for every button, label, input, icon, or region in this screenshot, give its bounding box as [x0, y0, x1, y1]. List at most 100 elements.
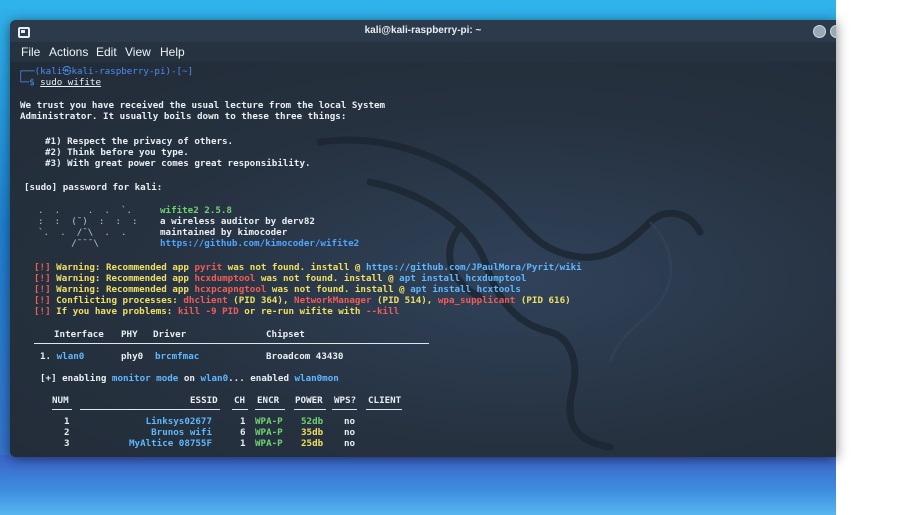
process-pid: (PID 364), [227, 295, 295, 306]
scan-row-2-encr: WPA-P [255, 427, 283, 438]
warning-mark: [!] [34, 262, 51, 273]
scan-header-wps: WPS? [334, 395, 357, 406]
warning-text: Recommended app [100, 284, 195, 295]
install-link[interactable]: https://github.com/JPaulMora/Pyrit/wiki [366, 262, 582, 273]
problems-text: If you have problems: [50, 306, 178, 317]
warning-text: Recommended app [100, 273, 195, 284]
scan-header-client: CLIENT [368, 395, 402, 406]
scan-rule-essid [80, 409, 220, 410]
install-command: apt install hcxdumptool [399, 273, 527, 284]
scan-header-num: NUM [52, 395, 69, 406]
banner-art-4: /¯¯¯\ [38, 238, 99, 249]
kill-command: kill -9 PID [177, 306, 239, 317]
conflict-text: Conflicting processes: [50, 295, 184, 306]
scan-row-2-ch: 6 [240, 427, 246, 438]
problems-line: [!] If you have problems: kill -9 PID or… [34, 306, 399, 317]
menu-file[interactable]: File [21, 45, 40, 59]
prompt-header: ┌──(kali㉿kali-raspberry-pi)-[~] [18, 66, 194, 77]
scan-header-encr: ENCR [257, 395, 280, 406]
iface-phy: phy0 [121, 351, 144, 362]
process-pid: (PID 514), [371, 295, 438, 306]
warning-label: Warning: [56, 273, 101, 284]
problems-text: or re-run wifite with [238, 306, 366, 317]
minimize-button[interactable] [813, 25, 826, 38]
kill-flag: --kill [365, 306, 400, 317]
conflict-line: [!] Conflicting processes: dhclient (PID… [34, 295, 571, 306]
scan-row-3-num[interactable]: 3 [64, 438, 70, 449]
scan-rule-encr [255, 409, 285, 410]
title-bar[interactable]: kali@kali-raspberry-pi: ~ [10, 20, 836, 42]
warning-line-pyrit: [!] Warning: Recommended app pyrit was n… [34, 262, 582, 273]
prompt-prefix: └─$ [18, 77, 41, 88]
scan-row-1-wps: no [344, 416, 356, 427]
rule-1: #1) Respect the privacy of others. [45, 136, 234, 147]
desktop-background [0, 455, 836, 515]
scan-rule-wps [332, 409, 357, 410]
menu-actions[interactable]: Actions [49, 45, 88, 59]
menu-view[interactable]: View [125, 45, 151, 59]
warning-app: hcxdumptool [194, 273, 256, 284]
monitor-iface-enabled: wlan0mon [294, 373, 339, 384]
warning-text: was not found. install @ [222, 262, 366, 273]
scan-row-3-essid[interactable]: MyAltice 08755F [80, 438, 212, 449]
warning-mark: [!] [34, 295, 51, 306]
rule-3: #3) With great power comes great respons… [45, 158, 311, 169]
process-pid: (PID 616) [515, 295, 571, 306]
monitor-mode: monitor mode [111, 373, 179, 384]
scan-row-1-power: 52db [301, 416, 324, 427]
banner-art-2: : : (¯) : : : [38, 216, 138, 227]
scan-row-2-wps: no [344, 427, 356, 438]
iface-num: 1. [40, 351, 52, 362]
monitor-status: ... enabled [228, 373, 295, 384]
terminal-window[interactable]: kali@kali-raspberry-pi: ~ File Actions E… [10, 20, 836, 457]
banner-art-1: . . . . `. [38, 205, 133, 216]
iface-table-divider [34, 343, 429, 344]
menu-edit[interactable]: Edit [96, 45, 117, 59]
monitor-mode-line: [+] enabling monitor mode on wlan0... en… [40, 373, 339, 384]
warning-mark: [!] [34, 284, 51, 295]
warning-app: hcxpcapngtool [194, 284, 267, 295]
lecture-line-2: Administrator. It usually boils down to … [20, 111, 347, 122]
background-right-edge [836, 0, 907, 515]
scan-header-power: POWER [295, 395, 323, 406]
scan-rule-ch [232, 409, 248, 410]
warning-label: Warning: [56, 262, 101, 273]
scan-row-2-essid[interactable]: Brunos wifi [80, 427, 212, 438]
scan-row-1-essid[interactable]: Linksys02677 [80, 416, 212, 427]
scan-row-1-ch: 1 [240, 416, 246, 427]
warning-line-hcxpcapngtool: [!] Warning: Recommended app hcxpcapngto… [34, 284, 521, 295]
scan-row-2-power: 35db [301, 427, 324, 438]
prompt-line: └─$ sudo wifite [18, 77, 101, 88]
iface-header-driver: Driver [153, 329, 187, 340]
warning-text: was not found. install @ [255, 273, 400, 284]
warning-app: pyrit [194, 262, 223, 273]
process-name: wpa_supplicant [437, 295, 516, 306]
process-name: dhclient [183, 295, 228, 306]
command-text: sudo wifite [40, 77, 101, 88]
rule-2: #2) Think before you type. [45, 147, 189, 158]
scan-row-1-encr: WPA-P [255, 416, 283, 427]
scan-row-1-num[interactable]: 1 [64, 416, 70, 427]
scan-row-2-num[interactable]: 2 [64, 427, 70, 438]
maximize-button[interactable] [830, 25, 836, 38]
warning-line-hcxdumptool: [!] Warning: Recommended app hcxdumptool… [34, 273, 526, 284]
menu-help[interactable]: Help [160, 45, 185, 59]
sudo-password-prompt: [sudo] password for kali: [24, 182, 163, 193]
iface-row[interactable]: 1. wlan0 [40, 351, 84, 362]
iface-chipset: Broadcom 43430 [266, 351, 344, 362]
warning-text: was not found. install @ [266, 284, 411, 295]
scan-row-3-wps: no [344, 438, 356, 449]
terminal-output[interactable]: ┌──(kali㉿kali-raspberry-pi)-[~] └─$ sudo… [10, 62, 836, 457]
scan-row-3-encr: WPA-P [255, 438, 283, 449]
wifite-description: a wireless auditor by derv82 [160, 216, 315, 227]
scan-rule-power [294, 409, 326, 410]
wifite-repo-link[interactable]: https://github.com/kimocoder/wifite2 [160, 238, 359, 249]
lecture-line-1: We trust you have received the usual lec… [20, 100, 386, 111]
monitor-on: on [178, 373, 201, 384]
scan-header-essid: ESSID [190, 395, 218, 406]
iface-header-chipset: Chipset [266, 329, 305, 340]
iface-driver: brcmfmac [155, 351, 200, 362]
wifite-maintainer: maintained by kimocoder [160, 227, 288, 238]
window-title: kali@kali-raspberry-pi: ~ [364, 25, 482, 36]
warning-mark: [!] [34, 273, 51, 284]
